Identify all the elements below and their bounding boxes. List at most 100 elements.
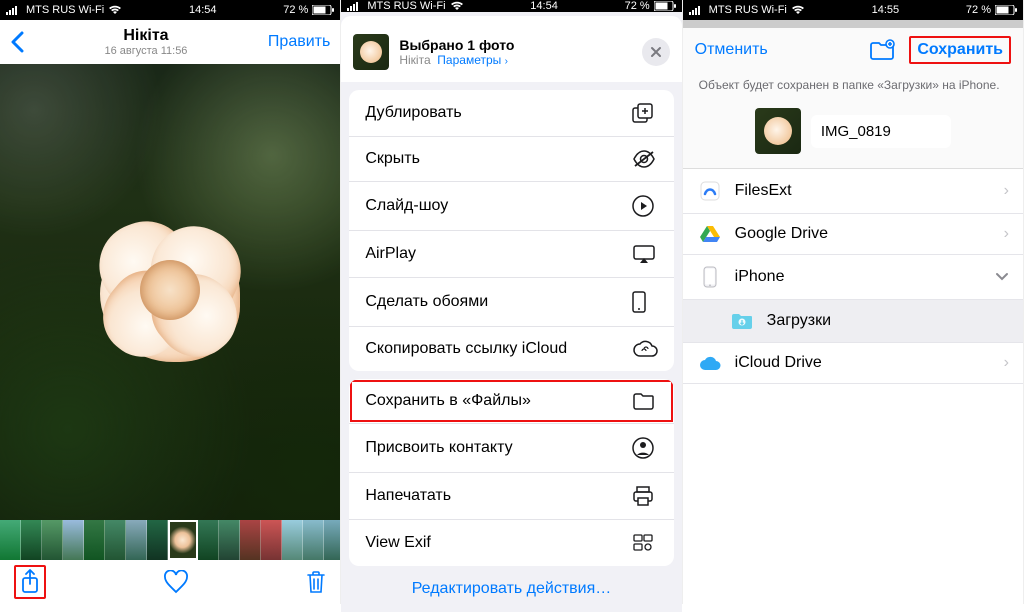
action-label: Слайд-шоу xyxy=(365,197,448,215)
action-label: Присвоить контакту xyxy=(365,439,512,457)
location-label: Google Drive xyxy=(735,225,992,243)
selected-sender: Нікіта xyxy=(399,53,430,67)
carrier-label: MTS RUS Wi-Fi xyxy=(367,0,445,12)
photo-subtitle: 16 августа 11:56 xyxy=(24,45,268,57)
action-duplicate[interactable]: Дублировать xyxy=(349,90,673,136)
cancel-button[interactable]: Отменить xyxy=(695,41,768,59)
hide-icon xyxy=(632,150,658,168)
folder-icon xyxy=(632,392,658,410)
action-wallpaper[interactable]: Сделать обоями xyxy=(349,277,673,326)
thumbnail-strip[interactable] xyxy=(0,520,340,560)
exif-icon xyxy=(632,533,658,553)
location-label: iPhone xyxy=(735,268,983,286)
favorite-button[interactable] xyxy=(163,570,189,594)
photo-title: Нікіта xyxy=(24,27,268,45)
location-label: Загрузки xyxy=(767,312,1009,330)
share-button[interactable] xyxy=(14,565,46,599)
action-save-to-files[interactable]: Сохранить в «Файлы» xyxy=(349,379,673,423)
action-label: AirPlay xyxy=(365,245,416,263)
screen-photo-detail: MTS RUS Wi-Fi 14:54 72 % Нікіта 16 авгус… xyxy=(0,0,341,604)
location-iphone[interactable]: iPhone xyxy=(683,255,1023,300)
files-nav: Отменить Сохранить xyxy=(683,28,1023,72)
file-preview xyxy=(683,102,1023,168)
action-airplay[interactable]: AirPlay xyxy=(349,230,673,277)
selected-title: Выбрано 1 фото xyxy=(399,37,631,53)
action-print[interactable]: Напечатать xyxy=(349,472,673,519)
nav-bar: Нікіта 16 августа 11:56 Править xyxy=(0,20,340,64)
location-google-drive[interactable]: Google Drive › xyxy=(683,214,1023,255)
status-bar: MTS RUS Wi-Fi 14:54 72 % xyxy=(0,0,340,20)
location-filesext[interactable]: FilesExt › xyxy=(683,169,1023,214)
action-slideshow[interactable]: Слайд-шоу xyxy=(349,181,673,230)
location-label: iCloud Drive xyxy=(735,354,992,372)
phone-icon xyxy=(632,291,658,313)
downloads-folder-icon xyxy=(729,311,755,331)
airplay-icon xyxy=(632,244,658,264)
status-time: 14:54 xyxy=(530,0,558,12)
status-time: 14:54 xyxy=(189,4,217,16)
carrier-label: MTS RUS Wi-Fi xyxy=(709,4,787,16)
wifi-icon xyxy=(108,5,122,15)
chevron-right-icon: › xyxy=(505,56,508,67)
signal-icon xyxy=(689,5,705,15)
chevron-right-icon: › xyxy=(1004,225,1009,243)
filesext-icon xyxy=(697,180,723,202)
battery-icon xyxy=(654,1,676,11)
location-label: FilesExt xyxy=(735,182,992,200)
location-downloads[interactable]: Загрузки xyxy=(683,300,1023,343)
chevron-right-icon: › xyxy=(1004,182,1009,200)
trash-button[interactable] xyxy=(306,570,326,594)
duplicate-icon xyxy=(632,103,658,123)
rose-image xyxy=(90,212,250,372)
options-link[interactable]: Параметры xyxy=(437,53,501,67)
save-button[interactable]: Сохранить xyxy=(909,36,1011,64)
action-hide[interactable]: Скрыть xyxy=(349,136,673,181)
action-view-exif[interactable]: View Exif xyxy=(349,519,673,566)
save-info-text: Объект будет сохранен в папке «Загрузки»… xyxy=(683,72,1023,102)
photo-viewer[interactable] xyxy=(0,64,340,520)
action-assign-contact[interactable]: Присвоить контакту xyxy=(349,423,673,472)
battery-label: 72 % xyxy=(283,4,308,16)
contact-icon xyxy=(632,437,658,459)
cloud-link-icon xyxy=(632,340,658,358)
carrier-label: MTS RUS Wi-Fi xyxy=(26,4,104,16)
back-button[interactable] xyxy=(10,31,24,53)
chevron-down-icon xyxy=(995,272,1009,282)
iphone-icon xyxy=(697,266,723,288)
signal-icon xyxy=(347,1,363,11)
action-label: Сделать обоями xyxy=(365,293,488,311)
filename-input[interactable] xyxy=(811,115,951,148)
battery-icon xyxy=(995,5,1017,15)
battery-label: 72 % xyxy=(966,4,991,16)
play-icon xyxy=(632,195,658,217)
sheet-header: Выбрано 1 фото Нікіта Параметры › xyxy=(341,26,681,82)
location-list: FilesExt › Google Drive › iPhone Загрузк… xyxy=(683,169,1023,384)
chevron-right-icon: › xyxy=(1004,354,1009,372)
bottom-toolbar xyxy=(0,560,340,604)
status-time: 14:55 xyxy=(872,4,900,16)
edit-actions-link[interactable]: Редактировать действия… xyxy=(341,566,681,612)
action-label: Сохранить в «Файлы» xyxy=(365,392,531,410)
action-group-1: Дублировать Скрыть Слайд-шоу AirPlay Сде… xyxy=(349,90,673,371)
status-bar: MTS RUS Wi-Fi 14:55 72 % xyxy=(683,0,1023,20)
location-icloud-drive[interactable]: iCloud Drive › xyxy=(683,343,1023,384)
battery-label: 72 % xyxy=(625,0,650,12)
google-drive-icon xyxy=(697,225,723,243)
icloud-icon xyxy=(697,355,723,371)
selected-photo-thumb xyxy=(353,34,389,70)
print-icon xyxy=(632,486,658,506)
screen-files-save: MTS RUS Wi-Fi 14:55 72 % Отменить Сохран… xyxy=(683,0,1024,604)
signal-icon xyxy=(6,5,22,15)
action-copy-icloud-link[interactable]: Скопировать ссылку iCloud xyxy=(349,326,673,371)
battery-icon xyxy=(312,5,334,15)
action-group-2: Сохранить в «Файлы» Присвоить контакту Н… xyxy=(349,379,673,566)
close-button[interactable] xyxy=(642,38,670,66)
status-bar: MTS RUS Wi-Fi 14:54 72 % xyxy=(341,0,681,12)
action-label: Напечатать xyxy=(365,487,451,505)
screen-share-sheet: MTS RUS Wi-Fi 14:54 72 % Выбрано 1 фото … xyxy=(341,0,682,604)
action-label: Дублировать xyxy=(365,104,461,122)
action-label: Скопировать ссылку iCloud xyxy=(365,340,567,358)
wifi-icon xyxy=(450,1,464,11)
new-folder-button[interactable] xyxy=(869,39,895,61)
edit-button[interactable]: Править xyxy=(268,33,330,51)
